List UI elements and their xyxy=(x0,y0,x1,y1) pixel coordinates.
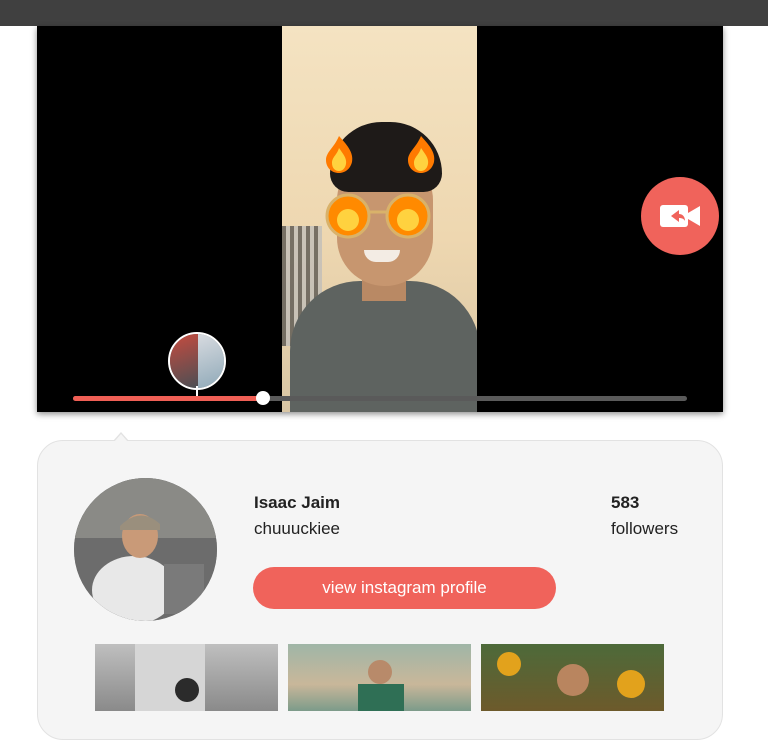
profile-username: chuuuckiee xyxy=(254,519,341,538)
followers-count: 583 xyxy=(611,493,640,512)
photo-thumbnail[interactable] xyxy=(288,644,471,711)
preview-right-half xyxy=(198,334,224,388)
video-frame xyxy=(282,26,477,412)
preview-left-half xyxy=(170,334,198,388)
flame-glasses-icon xyxy=(325,193,431,239)
progress-fill xyxy=(73,396,264,401)
fire-horn-icon xyxy=(326,136,353,173)
top-bar xyxy=(0,0,768,26)
fire-horn-icon xyxy=(408,136,435,173)
seek-preview-thumbnail xyxy=(168,332,226,390)
card-pointer-fill xyxy=(114,434,128,442)
avatar-photo xyxy=(74,478,217,621)
progress-bar[interactable] xyxy=(73,391,687,405)
video-player[interactable] xyxy=(37,26,723,412)
photo-image xyxy=(135,644,205,711)
profile-name: Isaac Jaim xyxy=(254,493,341,512)
followers-label: followers xyxy=(611,519,679,538)
photo-thumbnail[interactable] xyxy=(481,644,664,711)
seek-preview-stem xyxy=(196,386,198,396)
photo-thumbnail[interactable] xyxy=(95,644,278,711)
photo-image xyxy=(358,660,404,711)
view-instagram-profile-button[interactable]: view instagram profile xyxy=(253,567,556,609)
progress-knob[interactable] xyxy=(256,391,271,405)
photo-image xyxy=(497,652,645,698)
video-call-icon xyxy=(660,205,700,227)
avatar[interactable] xyxy=(74,478,217,621)
video-call-button[interactable] xyxy=(641,177,719,255)
